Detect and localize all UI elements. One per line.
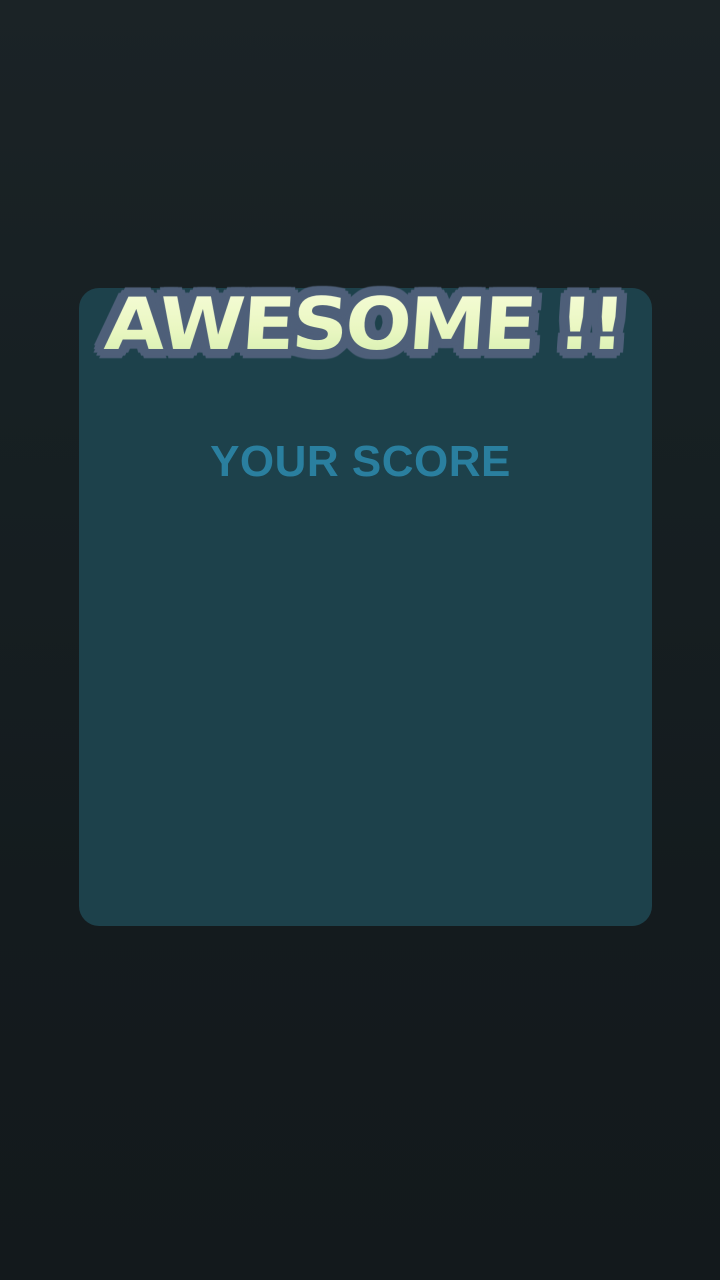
result-banner-text: AWESOME !! bbox=[102, 283, 626, 366]
score-panel bbox=[79, 288, 652, 926]
result-banner: AWESOME !! bbox=[102, 277, 626, 372]
score-label: YOUR SCORE bbox=[210, 437, 511, 486]
